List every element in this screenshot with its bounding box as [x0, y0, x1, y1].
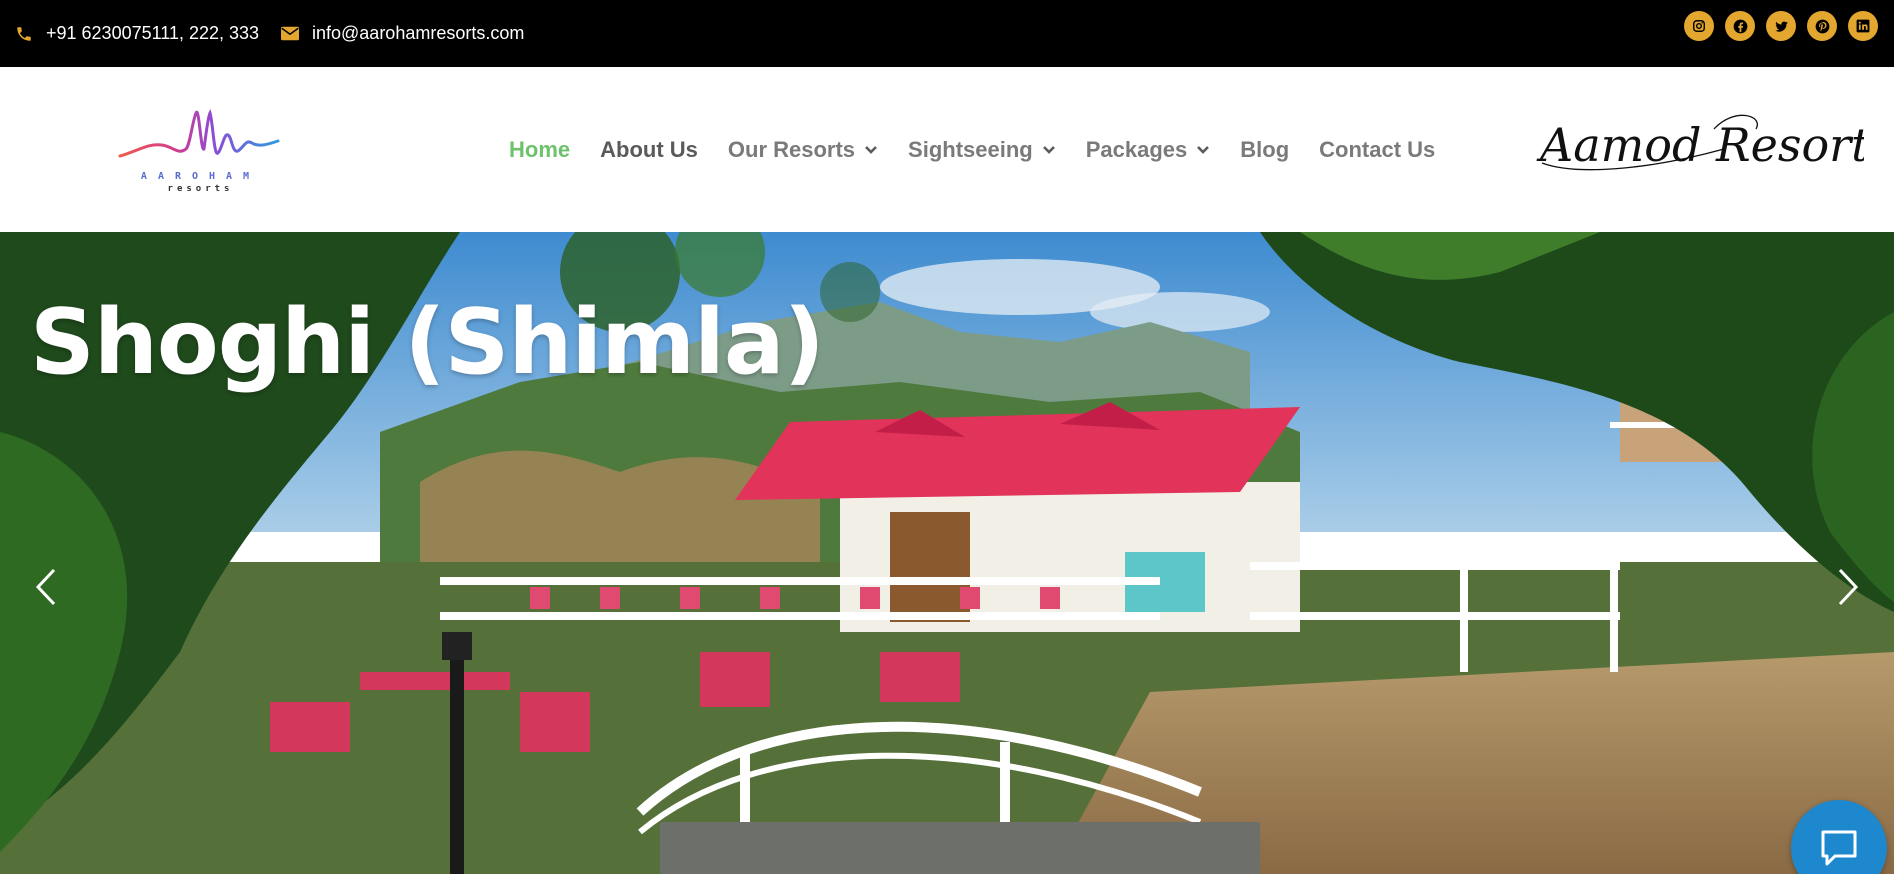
- logo-subtitle: resorts: [167, 184, 234, 194]
- nav-packages-label: Packages: [1085, 136, 1188, 162]
- social-links: [1684, 11, 1878, 41]
- logo-wave-icon: [118, 108, 280, 158]
- chevron-right-icon: [1838, 568, 1859, 606]
- twitter-icon[interactable]: [1766, 11, 1796, 41]
- instagram-icon[interactable]: [1684, 11, 1714, 41]
- linkedin-icon[interactable]: [1848, 11, 1878, 41]
- chat-bubble-icon: [1821, 830, 1857, 866]
- phone-icon: [17, 26, 31, 41]
- hero-slider: Shoghi (Shimla): [0, 232, 1894, 874]
- brand-script-text: Aamod Resorts: [1536, 118, 1864, 172]
- email-contact[interactable]: info@aarohamresorts.com: [281, 0, 524, 67]
- nav-our-resorts[interactable]: Our Resorts: [728, 137, 878, 163]
- nav-about-us[interactable]: About Us: [600, 137, 698, 163]
- chevron-down-icon: [1042, 145, 1055, 154]
- main-nav: Home About Us Our Resorts Sightseeing Pa…: [509, 67, 1465, 232]
- phone-contact[interactable]: +91 6230075111, 222, 333: [15, 0, 259, 67]
- slider-prev-button[interactable]: [28, 562, 64, 612]
- slider-next-button[interactable]: [1830, 562, 1866, 612]
- nav-home-label: Home: [509, 136, 571, 162]
- pinterest-icon[interactable]: [1807, 11, 1837, 41]
- nav-packages[interactable]: Packages: [1086, 137, 1211, 163]
- nav-our-resorts-label: Our Resorts: [727, 136, 856, 162]
- nav-contact-us[interactable]: Contact Us: [1319, 137, 1435, 163]
- chevron-down-icon: [865, 145, 877, 154]
- top-bar: +91 6230075111, 222, 333 info@aarohamres…: [0, 0, 1894, 67]
- aaroham-logo[interactable]: AAROHAM resorts: [118, 103, 283, 203]
- envelope-icon: [281, 26, 299, 41]
- nav-contact-label: Contact Us: [1319, 136, 1436, 162]
- nav-home[interactable]: Home: [509, 137, 570, 163]
- chevron-down-icon: [1197, 145, 1210, 154]
- aamod-resorts-logo[interactable]: Aamod Resorts: [1534, 109, 1893, 179]
- nav-sightseeing-label: Sightseeing: [908, 136, 1033, 162]
- hero-title: Shoghi (Shimla): [30, 290, 825, 395]
- facebook-icon[interactable]: [1725, 11, 1755, 41]
- email-text: info@aarohamresorts.com: [312, 23, 525, 43]
- nav-blog[interactable]: Blog: [1240, 137, 1289, 163]
- nav-blog-label: Blog: [1240, 136, 1290, 162]
- logo-letters: AAROHAM: [140, 171, 261, 182]
- phone-text: +91 6230075111, 222, 333: [46, 23, 260, 43]
- chevron-left-icon: [35, 568, 56, 606]
- nav-about-label: About Us: [600, 136, 698, 162]
- main-header: AAROHAM resorts Home About Us Our Resort…: [0, 67, 1894, 232]
- nav-sightseeing[interactable]: Sightseeing: [908, 137, 1056, 163]
